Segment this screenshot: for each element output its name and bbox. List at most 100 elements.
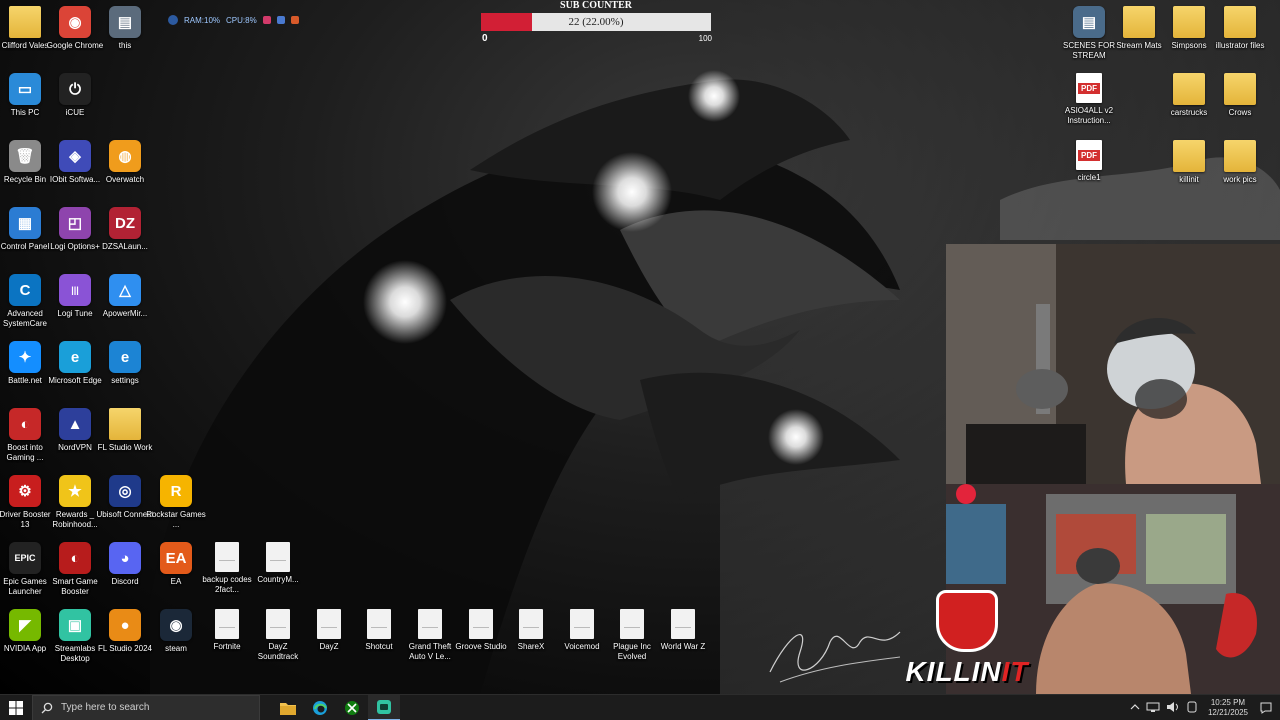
desktop-icon-label: Rockstar Games ...	[146, 510, 206, 529]
clock-date: 12/21/2025	[1207, 707, 1248, 717]
streamlabs-icon	[377, 699, 391, 714]
sub-counter-min: 0	[482, 33, 488, 44]
advanced-systemcare-icon: C	[9, 274, 41, 306]
icue-icon: ⏻	[59, 73, 91, 105]
desktop-icon-overwatch[interactable]: ◍ Overwatch	[96, 140, 154, 206]
smart-game-booster-icon: ◐	[59, 542, 91, 574]
taskbar-edge[interactable]	[304, 695, 336, 720]
desktop-icon-this[interactable]: ▤ this	[96, 6, 154, 72]
epic-games-icon: EPIC	[9, 542, 41, 574]
settings-icon: e	[109, 341, 141, 373]
desktop-icon-countrym[interactable]: CountryM...	[249, 542, 307, 608]
desktop-icon-simpsons[interactable]: Simpsons	[1160, 6, 1218, 72]
desktop-icon-label: ASIO4ALL v2 Instruction...	[1064, 106, 1114, 125]
desktop-icon-label: illustrator files	[1215, 41, 1265, 50]
iobit-software-icon: ◈	[59, 140, 91, 172]
record-indicator-icon	[262, 16, 271, 24]
ram-usage: RAM:10%	[184, 15, 221, 25]
desktop-icon-carstrucks[interactable]: carstrucks	[1160, 73, 1218, 139]
taskbar-search-box[interactable]: Type here to search	[32, 694, 260, 720]
logo-word-b: IT	[1001, 656, 1029, 687]
desktop-icon-fl-studio-2024[interactable]: ● FL Studio 2024	[96, 609, 154, 675]
show-hidden-icons-chevron-icon[interactable]	[1130, 703, 1140, 713]
clifford-vales-icon	[9, 6, 41, 38]
taskbar-clock[interactable]: 10:25 PM 12/21/2025	[1208, 698, 1248, 718]
alert-indicator-icon	[290, 16, 299, 24]
edge-icon	[313, 700, 327, 715]
simpsons-icon	[1173, 6, 1205, 38]
nvidia-app-icon: ◤	[9, 609, 41, 641]
cpu-usage: CPU:8%	[226, 15, 257, 25]
desktop-icon-label: Crows	[1228, 108, 1252, 117]
sub-counter-widget: SUB COUNTER 22 (22.00%) 0 100	[480, 0, 712, 44]
ubisoft-connect-icon: ◎	[109, 475, 141, 507]
notification-center-button[interactable]	[1258, 700, 1274, 716]
taskbar-streamlabs[interactable]	[368, 694, 400, 720]
world-war-z-icon	[671, 609, 695, 639]
this-pc-icon: ▭	[9, 73, 41, 105]
desktop-icon-crows[interactable]: Crows	[1211, 73, 1269, 139]
boost-into-gaming-icon: ◐	[9, 408, 41, 440]
desktop-icon-rockstar-games[interactable]: R Rockstar Games ...	[146, 475, 206, 541]
logo-word-a: KILLIN	[905, 656, 1002, 687]
desktop-icon-ubisoft-connect[interactable]: ◎ Ubisoft Connect	[96, 475, 154, 541]
steam-icon: ◉	[160, 609, 192, 641]
desktop-icon-circle1[interactable]: PDF circle1	[1060, 140, 1118, 206]
ea-icon: EA	[160, 542, 192, 574]
desktop-icon-fl-studio-work[interactable]: FL Studio Work	[96, 408, 154, 474]
dayz-soundtrack-icon	[266, 609, 290, 639]
network-icon[interactable]	[1146, 701, 1160, 715]
desktop-icon-settings[interactable]: e settings	[96, 341, 154, 407]
search-placeholder: Type here to search	[61, 702, 150, 713]
carstrucks-icon	[1173, 73, 1205, 105]
logi-tune-icon: |||	[59, 274, 91, 306]
rockstar-games-icon: R	[160, 475, 192, 507]
performance-overlay: RAM:10% CPU:8%	[168, 12, 299, 28]
taskbar-xbox[interactable]	[336, 695, 368, 720]
desktop-icon-illustrator-files[interactable]: illustrator files	[1211, 6, 1269, 72]
rewards-robinhood-icon: ★	[59, 475, 91, 507]
control-panel-icon: ▦	[9, 207, 41, 239]
killinit-icon	[1173, 140, 1205, 172]
discord-icon: ◕	[109, 542, 141, 574]
taskbar-file-explorer[interactable]	[272, 695, 304, 720]
mic-indicator-icon	[168, 15, 178, 25]
plague-inc-icon	[620, 609, 644, 639]
logo-wordmark: KILLINIT	[905, 656, 1028, 688]
this-icon: ▤	[109, 6, 141, 38]
xbox-icon	[345, 700, 359, 715]
streamlabs-desktop-icon: ▣	[59, 609, 91, 641]
clock-time: 10:25 PM	[1210, 697, 1246, 707]
dayz-icon	[317, 609, 341, 639]
desktop-icon-icue[interactable]: ⏻ iCUE	[46, 73, 104, 139]
desktop-icon-world-war-z[interactable]: World War Z	[654, 609, 712, 675]
sub-counter-text: 22 (22.00%)	[568, 16, 624, 28]
shotcut-icon	[367, 609, 391, 639]
apowermirror-icon: △	[109, 274, 141, 306]
windows-logo-icon	[9, 700, 23, 715]
volume-icon[interactable]	[1166, 701, 1180, 715]
sound-device-icon[interactable]	[1186, 701, 1198, 715]
countrym-icon	[266, 542, 290, 572]
desktop-icon-asio4all[interactable]: PDF ASIO4ALL v2 Instruction...	[1060, 73, 1118, 139]
desktop-icon-label: DZSALaun...	[102, 242, 148, 251]
desktop-icon-label: CountryM...	[257, 575, 299, 584]
desktop-icon-killinit[interactable]: killinit	[1160, 140, 1218, 206]
search-icon	[41, 702, 53, 713]
desktop-icon-dzsalauncher[interactable]: DZ DZSALaun...	[96, 207, 154, 273]
taskbar: Type here to search 10:25 PM 12/21/2025	[0, 694, 1280, 720]
google-chrome-icon: ◉	[59, 6, 91, 38]
signature-graphic	[769, 631, 901, 683]
notification-icon	[1260, 702, 1272, 714]
desktop-icon-work-pics[interactable]: work pics	[1211, 140, 1269, 206]
stream-indicator-icon	[276, 16, 285, 24]
desktop-icon-discord[interactable]: ◕ Discord	[96, 542, 154, 608]
driver-booster-13-icon: ⚙	[9, 475, 41, 507]
start-button[interactable]	[0, 695, 32, 720]
desktop-icon-label: this	[118, 41, 132, 50]
desktop-icon-apowermirror[interactable]: △ ApowerMir...	[96, 274, 154, 340]
nordvpn-icon: ▲	[59, 408, 91, 440]
desktop-icon-label: iCUE	[65, 108, 85, 117]
scenes-for-stream-icon: ▤	[1073, 6, 1105, 38]
groove-studio-icon	[469, 609, 493, 639]
